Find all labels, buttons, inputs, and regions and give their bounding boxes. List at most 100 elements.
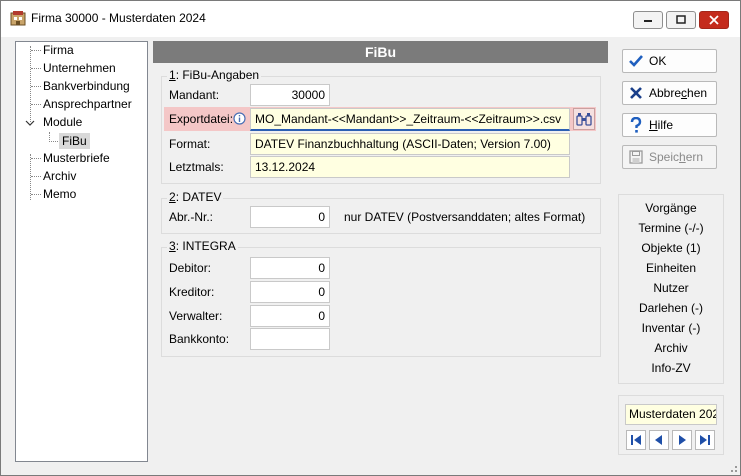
- first-record-button[interactable]: [626, 430, 646, 450]
- tree-item-firma[interactable]: Firma: [43, 42, 74, 58]
- link-vorgaenge[interactable]: Vorgänge: [619, 201, 723, 215]
- bankkonto-label: Bankkonto:: [169, 332, 230, 346]
- chevron-down-icon[interactable]: [25, 118, 35, 128]
- link-darlehen[interactable]: Darlehen (-): [619, 301, 723, 315]
- question-mark-icon: [630, 117, 642, 133]
- close-button[interactable]: [699, 11, 729, 29]
- maximize-icon: [676, 15, 686, 24]
- tree-item-module[interactable]: Module: [43, 114, 82, 130]
- save-button[interactable]: Speichern: [622, 145, 717, 169]
- close-icon: [709, 15, 719, 25]
- link-archiv[interactable]: Archiv: [619, 341, 723, 355]
- link-termine[interactable]: Termine (-/-): [619, 221, 723, 235]
- app-icon: [10, 11, 26, 26]
- link-objekte[interactable]: Objekte (1): [619, 241, 723, 255]
- cancel-label-part: Abbre: [649, 86, 682, 100]
- help-accelerator: H: [649, 118, 658, 132]
- datev-group-title: 2: DATEV: [167, 190, 224, 204]
- export-file-field[interactable]: MO_Mandant-<<Mandant>>_Zeitraum-<<Zeitra…: [250, 108, 570, 131]
- integra-group-number: 3: [169, 239, 176, 253]
- link-einheiten[interactable]: Einheiten: [619, 261, 723, 275]
- save-label: Speichern: [649, 150, 703, 164]
- save-label-part: Speic: [649, 150, 680, 164]
- abr-nr-hint: nur DATEV (Postversanddaten; altes Forma…: [344, 210, 586, 224]
- panel-header: FiBu: [153, 41, 608, 63]
- title-bar[interactable]: Firma 30000 - Musterdaten 2024: [1, 1, 740, 37]
- info-icon[interactable]: [233, 112, 246, 125]
- tree-item-memo[interactable]: Memo: [43, 186, 76, 202]
- tree-item-unternehmen[interactable]: Unternehmen: [43, 60, 116, 76]
- tree-item-bankverbindung[interactable]: Bankverbindung: [43, 78, 130, 94]
- help-button[interactable]: Hilfe: [622, 113, 717, 137]
- app-window: Firma 30000 - Musterdaten 2024 Firma Unt…: [0, 0, 741, 476]
- tree-line: [31, 176, 41, 177]
- cancel-label: Abbrechen: [649, 86, 707, 100]
- resize-grip-icon[interactable]: [728, 463, 738, 473]
- letztmals-label: Letztmals:: [169, 160, 224, 174]
- tree-line: [31, 86, 41, 87]
- window-title: Firma 30000 - Musterdaten 2024: [31, 11, 206, 25]
- help-label: Hilfe: [649, 118, 673, 132]
- debitor-label: Debitor:: [169, 261, 212, 275]
- tree-line: [31, 104, 41, 105]
- save-disk-icon: [629, 150, 643, 164]
- binoculars-icon: [576, 113, 592, 126]
- kreditor-label: Kreditor:: [169, 285, 215, 299]
- link-nutzer[interactable]: Nutzer: [619, 281, 723, 295]
- tree-item-musterbriefe[interactable]: Musterbriefe: [43, 150, 110, 166]
- navigation-tree[interactable]: Firma Unternehmen Bankverbindung Ansprec…: [15, 41, 148, 462]
- tree-line: [30, 46, 31, 122]
- fibu-group-title: 1: FiBu-Angaben: [167, 68, 262, 82]
- abr-nr-field[interactable]: 0: [250, 206, 330, 228]
- format-field[interactable]: DATEV Finanzbuchhaltung (ASCII-Daten; Ve…: [250, 133, 570, 155]
- fibu-group-label: : FiBu-Angaben: [175, 68, 260, 82]
- minimize-button[interactable]: [633, 11, 663, 29]
- previous-record-button[interactable]: [649, 430, 669, 450]
- fibu-group-number: 1: [169, 68, 176, 82]
- integra-group-title: 3: INTEGRA: [167, 239, 238, 253]
- ok-button[interactable]: OK: [622, 49, 717, 73]
- tree-line: [31, 194, 41, 195]
- ok-label: OK: [649, 54, 667, 68]
- tree-item-ansprechpartner[interactable]: Ansprechpartner: [43, 96, 132, 112]
- first-icon: [631, 435, 641, 445]
- tree-item-fibu[interactable]: FiBu: [59, 133, 90, 149]
- browse-button[interactable]: [573, 108, 595, 130]
- verwalter-label: Verwalter:: [169, 309, 223, 323]
- cancel-button[interactable]: Abbrechen: [622, 81, 717, 105]
- abr-nr-label: Abr.-Nr.:: [169, 210, 214, 224]
- record-selector[interactable]: Musterdaten 2024: [625, 404, 717, 425]
- debitor-field[interactable]: 0: [250, 257, 330, 279]
- tree-line: [49, 141, 58, 142]
- checkmark-icon: [629, 55, 643, 67]
- last-icon: [700, 435, 710, 445]
- datev-group-number: 2: [169, 190, 176, 204]
- save-accelerator: h: [679, 150, 686, 164]
- tree-line: [31, 158, 41, 159]
- bankkonto-field[interactable]: [250, 328, 330, 350]
- tree-line: [31, 68, 41, 69]
- kreditor-field[interactable]: 0: [250, 281, 330, 303]
- verwalter-field[interactable]: 0: [250, 305, 330, 327]
- tree-item-archiv[interactable]: Archiv: [43, 168, 76, 184]
- help-label-part: ilfe: [657, 118, 674, 132]
- link-info-zv[interactable]: Info-ZV: [619, 361, 723, 375]
- save-label-part: ern: [685, 150, 704, 164]
- maximize-button[interactable]: [666, 11, 696, 29]
- minimize-icon: [644, 20, 652, 22]
- next-record-button[interactable]: [672, 430, 692, 450]
- next-icon: [679, 435, 686, 445]
- last-record-button[interactable]: [695, 430, 715, 450]
- datev-group-label: : DATEV: [175, 190, 222, 204]
- related-links-panel: Vorgänge Termine (-/-) Objekte (1) Einhe…: [618, 194, 724, 384]
- integra-group-label: : INTEGRA: [175, 239, 236, 253]
- link-inventar[interactable]: Inventar (-): [619, 321, 723, 335]
- format-label: Format:: [169, 137, 211, 151]
- cancel-label-part: hen: [687, 86, 708, 100]
- mandant-label: Mandant:: [169, 88, 220, 102]
- mandant-field[interactable]: 30000: [250, 84, 330, 106]
- previous-icon: [655, 435, 662, 445]
- cross-icon: [630, 87, 642, 99]
- letztmals-field: 13.12.2024: [250, 156, 570, 178]
- tree-line: [31, 50, 41, 51]
